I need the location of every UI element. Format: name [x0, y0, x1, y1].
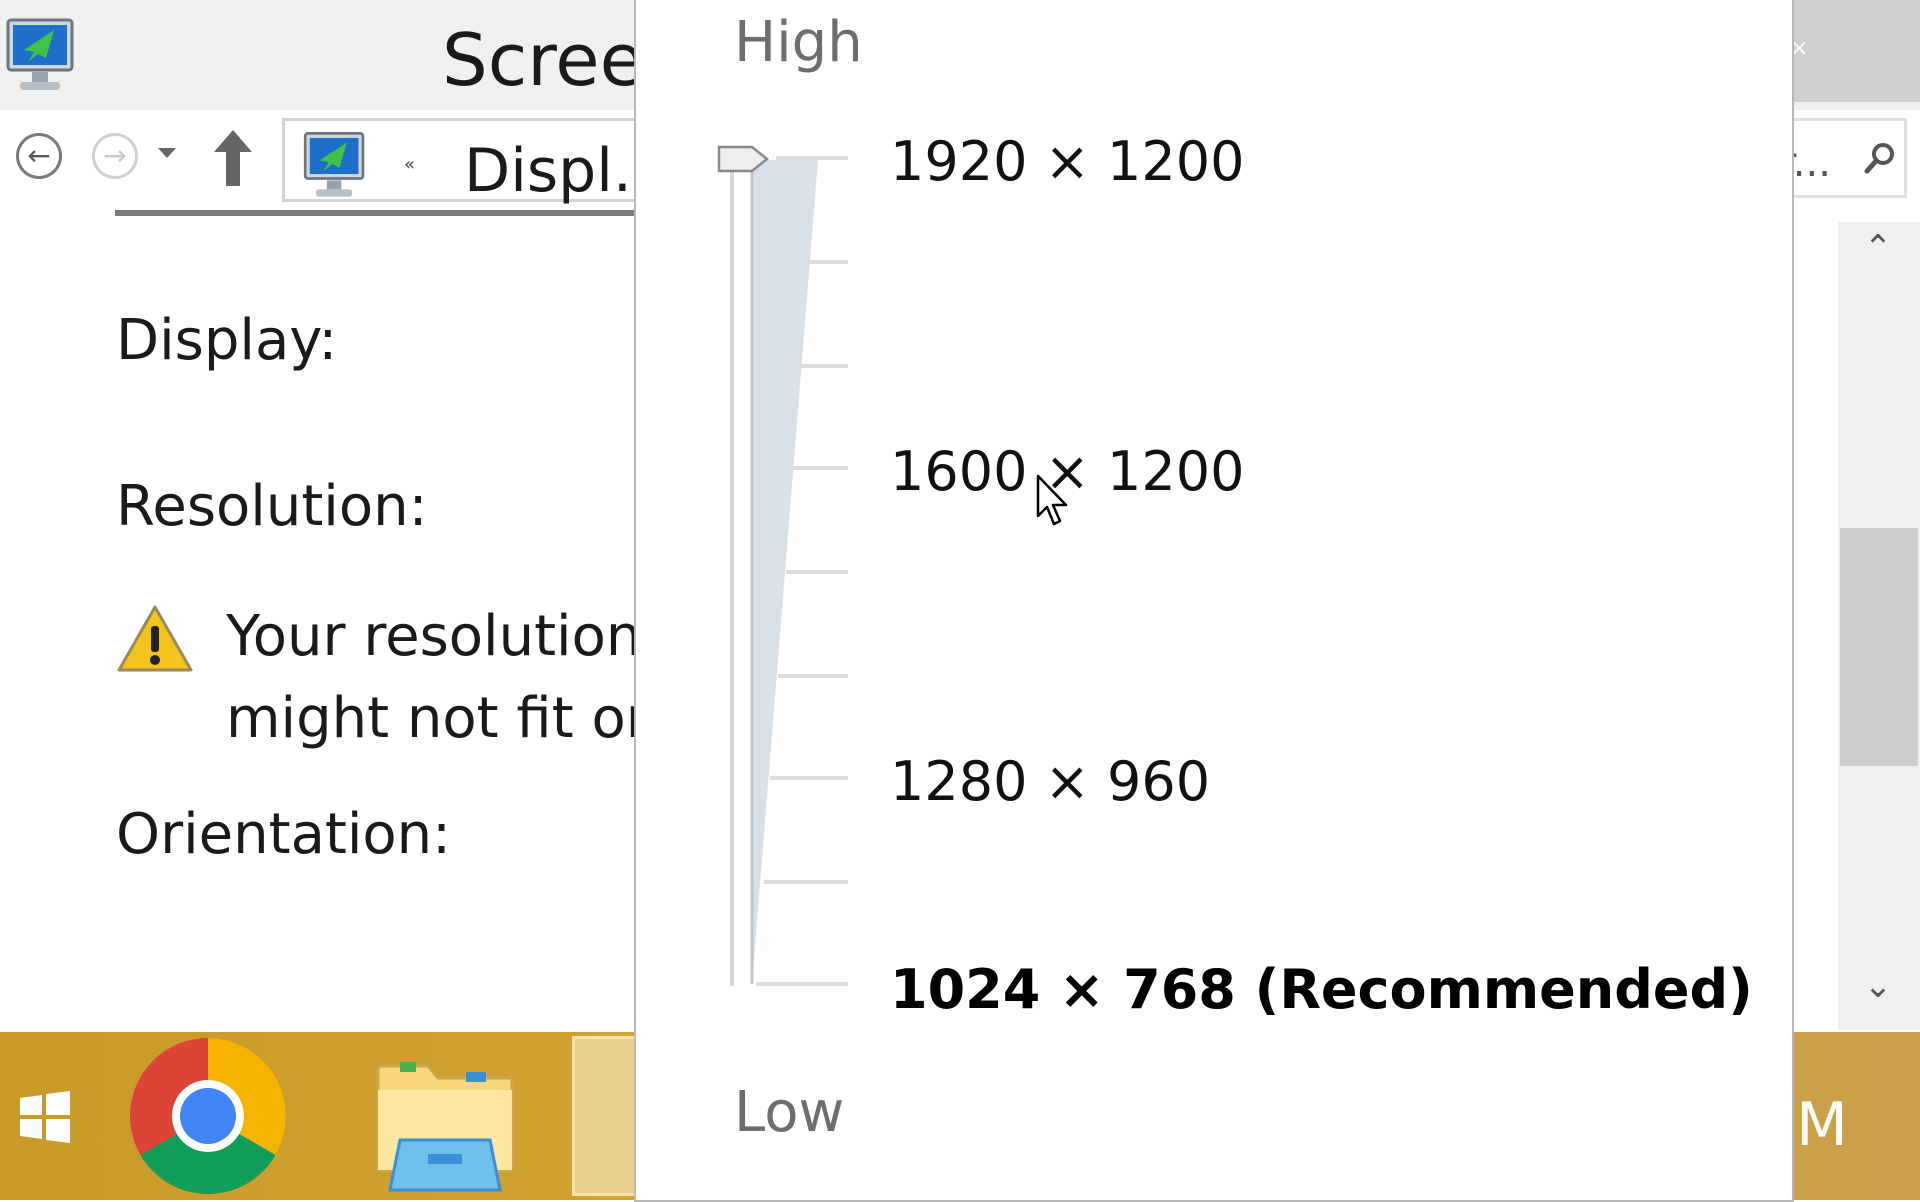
display-location-icon: [303, 132, 365, 197]
display-control-panel-icon: [6, 18, 74, 90]
search-icon[interactable]: [1862, 140, 1898, 176]
slider-tick: [792, 466, 848, 470]
slider-tick: [764, 880, 848, 884]
address-divider: [115, 210, 635, 216]
slider-tick: [756, 982, 848, 986]
resolution-option-1920x1200[interactable]: 1920 × 1200: [890, 130, 1244, 194]
clock-text: M: [1796, 1090, 1848, 1160]
file-explorer-icon[interactable]: [370, 1044, 520, 1194]
breadcrumb-overflow-icon[interactable]: «: [404, 154, 415, 175]
slider-tick: [778, 674, 848, 678]
slider-tick: [776, 156, 848, 160]
resolution-option-1280x960[interactable]: 1280 × 960: [890, 750, 1210, 814]
warning-text-line1: Your resolution: [226, 604, 642, 669]
resolution-label: Resolution:: [116, 474, 428, 539]
warning-text-line2: might not fit on: [226, 686, 662, 751]
mouse-pointer-icon: [1036, 474, 1068, 526]
back-button[interactable]: ←: [16, 133, 62, 179]
slider-tick: [804, 260, 848, 264]
up-arrow-icon[interactable]: [208, 126, 258, 190]
slider-tick: [798, 364, 848, 368]
scroll-up-arrow-icon[interactable]: ⌃: [1858, 228, 1898, 268]
slider-track[interactable]: [730, 160, 734, 986]
warning-icon: [117, 605, 193, 672]
forward-button[interactable]: →: [92, 133, 138, 179]
slider-high-label: High: [734, 10, 863, 75]
resolution-option-1024x768-recommended[interactable]: 1024 × 768 (Recommended): [890, 958, 1753, 1022]
scroll-down-arrow-icon[interactable]: ⌄: [1858, 966, 1898, 1006]
start-icon[interactable]: [18, 1090, 72, 1144]
chrome-icon[interactable]: [128, 1036, 288, 1196]
slider-tick: [786, 570, 848, 574]
slider-thumb[interactable]: [716, 144, 770, 174]
recent-locations-dropdown-icon[interactable]: [158, 148, 176, 158]
scrollbar-thumb[interactable]: [1840, 528, 1918, 766]
slider-tick: [770, 776, 848, 780]
orientation-label: Orientation:: [116, 802, 452, 867]
display-label: Display:: [116, 308, 338, 373]
slider-low-label: Low: [734, 1080, 845, 1145]
